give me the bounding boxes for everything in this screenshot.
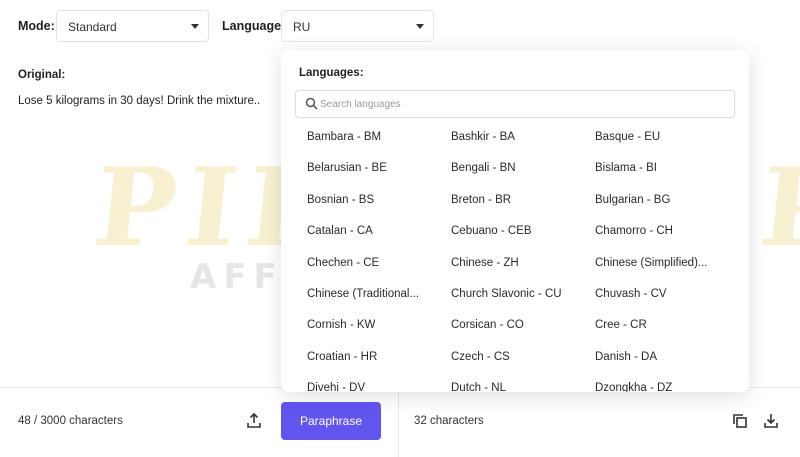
language-option[interactable]: Catalan - CA (307, 224, 373, 238)
language-option[interactable]: Divehi - DV (307, 381, 365, 392)
chevron-down-icon (416, 24, 424, 29)
languages-title: Languages: (299, 67, 364, 79)
language-option[interactable]: Czech - CS (451, 350, 510, 364)
language-row: Bosnian - BS Breton - BR Bulgarian - BG (307, 193, 747, 224)
language-row: Belarusian - BE Bengali - BN Bislama - BI (307, 161, 747, 192)
language-option[interactable]: Belarusian - BE (307, 161, 387, 175)
paraphrase-button[interactable]: Paraphrase (281, 402, 381, 440)
language-option[interactable]: Bulgarian - BG (595, 193, 670, 207)
copy-icon[interactable] (731, 412, 749, 430)
mode-select[interactable]: Standard (56, 10, 209, 42)
language-option[interactable]: Chuvash - CV (595, 287, 667, 301)
language-option[interactable]: Bosnian - BS (307, 193, 374, 207)
language-value: RU (293, 20, 311, 34)
language-option[interactable]: Corsican - CO (451, 318, 524, 332)
language-option[interactable]: Bislama - BI (595, 161, 657, 175)
language-select[interactable]: RU (281, 10, 434, 42)
input-character-count: 48 / 3000 characters (18, 415, 123, 427)
mode-label: Mode: (18, 19, 55, 33)
download-icon[interactable] (762, 412, 780, 430)
mode-value: Standard (68, 20, 117, 34)
language-option[interactable]: Dutch - NL (451, 381, 506, 392)
language-option[interactable]: Chinese - ZH (451, 256, 519, 270)
languages-dropdown: Languages: Bambara - BM Bashkir - BA Basqu… (281, 50, 749, 392)
output-character-count: 32 characters (414, 415, 484, 427)
original-text[interactable]: Lose 5 kilograms in 30 days! Drink the m… (18, 95, 260, 107)
language-option[interactable]: Cornish - KW (307, 318, 375, 332)
language-option[interactable]: Dzongkha - DZ (595, 381, 672, 392)
language-search-input[interactable] (320, 96, 720, 112)
language-row: Cornish - KW Corsican - CO Cree - CR (307, 318, 747, 349)
language-option[interactable]: Danish - DA (595, 350, 657, 364)
language-search[interactable] (295, 90, 735, 118)
language-option[interactable]: Breton - BR (451, 193, 511, 207)
language-row: Divehi - DV Dutch - NL Dzongkha - DZ (307, 381, 747, 392)
chevron-down-icon (191, 24, 199, 29)
language-option[interactable]: Croatian - HR (307, 350, 377, 364)
toolbar: Mode: Standard Language: RU (0, 0, 800, 54)
language-label: Language: (222, 19, 286, 33)
language-option[interactable]: Basque - EU (595, 130, 660, 144)
search-icon (305, 97, 318, 113)
language-row: Chechen - CE Chinese - ZH Chinese (Simplif… (307, 256, 747, 287)
language-option[interactable]: Church Slavonic - CU (451, 287, 562, 301)
language-row: Chinese (Traditional... Church Slavonic -… (307, 287, 747, 318)
language-row: Bambara - BM Bashkir - BA Basque - EU (307, 130, 747, 161)
upload-icon[interactable] (245, 412, 263, 430)
language-option[interactable]: Chamorro - CH (595, 224, 673, 238)
language-option[interactable]: Chinese (Simplified)... (595, 256, 707, 270)
language-option[interactable]: Bengali - BN (451, 161, 516, 175)
language-option[interactable]: Bashkir - BA (451, 130, 515, 144)
language-row: Catalan - CA Cebuano - CEB Chamorro - CH (307, 224, 747, 255)
language-option[interactable]: Cebuano - CEB (451, 224, 532, 238)
language-option[interactable]: Bambara - BM (307, 130, 381, 144)
language-list: Bambara - BM Bashkir - BA Basque - EU Belar… (307, 130, 747, 392)
panel-divider (398, 387, 399, 457)
language-option[interactable]: Chinese (Traditional... (307, 287, 419, 301)
language-option[interactable]: Cree - CR (595, 318, 647, 332)
language-row: Croatian - HR Czech - CS Danish - DA (307, 350, 747, 381)
original-label: Original: (18, 69, 66, 81)
language-option[interactable]: Chechen - CE (307, 256, 379, 270)
